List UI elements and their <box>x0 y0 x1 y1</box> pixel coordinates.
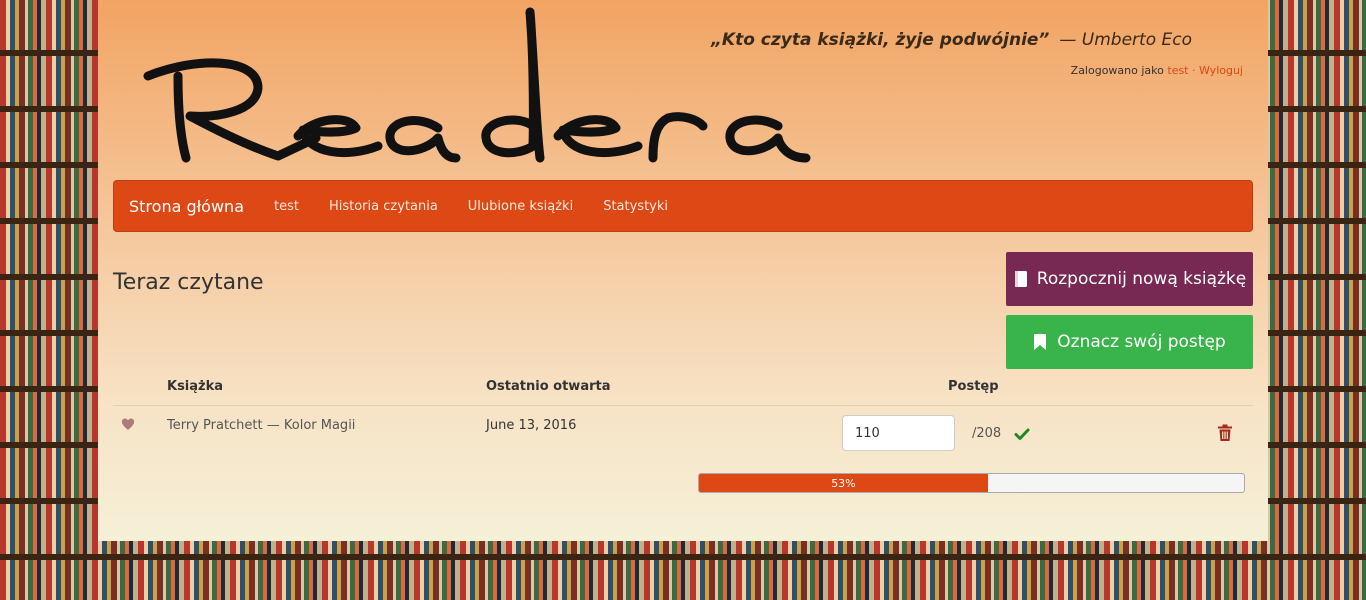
heart-icon[interactable] <box>120 416 136 432</box>
mark-progress-label: Oznacz swój postęp <box>1057 332 1226 352</box>
nav-item-reading-history[interactable]: Historia czytania <box>314 199 453 214</box>
quote-author: — Umberto Eco <box>1059 30 1192 50</box>
trash-icon[interactable] <box>1217 424 1233 442</box>
nav-brand-home[interactable]: Strona główna <box>114 197 259 216</box>
bookmark-icon <box>1034 334 1047 350</box>
header-quote: „Kto czyta książki, żyje podwójnie” — Umb… <box>711 30 1192 50</box>
login-prefix: Zalogowano jako <box>1070 64 1164 77</box>
main-navbar: Strona główna test Historia czytania Ulu… <box>113 180 1253 232</box>
start-new-book-label: Rozpocznij nową książkę <box>1036 269 1247 289</box>
book-title[interactable]: Terry Pratchett — Kolor Magii <box>167 418 355 433</box>
current-page-input[interactable] <box>842 415 955 451</box>
book-icon <box>1014 271 1027 287</box>
reading-progress-fill: 53% <box>699 474 988 492</box>
reading-progress-label: 53% <box>831 476 856 490</box>
logout-link[interactable]: Wyloguj <box>1199 64 1243 77</box>
page-container: „Kto czyta książki, żyje podwójnie” — Umb… <box>98 0 1268 541</box>
nav-item-statistics[interactable]: Statystyki <box>588 199 683 214</box>
last-opened-date: June 13, 2016 <box>486 418 577 433</box>
check-icon[interactable] <box>1014 426 1030 442</box>
login-separator: · <box>1192 64 1196 77</box>
username-link[interactable]: test <box>1167 64 1188 77</box>
mark-progress-button[interactable]: Oznacz swój postęp <box>1006 315 1253 369</box>
column-header-progress: Postęp <box>948 379 999 394</box>
column-header-book: Książka <box>167 379 224 394</box>
page-title: Teraz czytane <box>113 270 264 295</box>
total-pages: /208 <box>972 426 1002 441</box>
table-header-divider <box>113 405 1253 406</box>
column-header-last-opened: Ostatnio otwarta <box>486 379 611 394</box>
start-new-book-button[interactable]: Rozpocznij nową książkę <box>1006 252 1253 306</box>
nav-item-user[interactable]: test <box>259 199 314 214</box>
quote-text: „Kto czyta książki, żyje podwójnie” <box>710 30 1050 50</box>
reading-progress-bar: 53% <box>698 473 1245 493</box>
login-status: Zalogowano jako test · Wyloguj <box>1071 64 1243 77</box>
nav-item-favorite-books[interactable]: Ulubione książki <box>453 199 588 214</box>
